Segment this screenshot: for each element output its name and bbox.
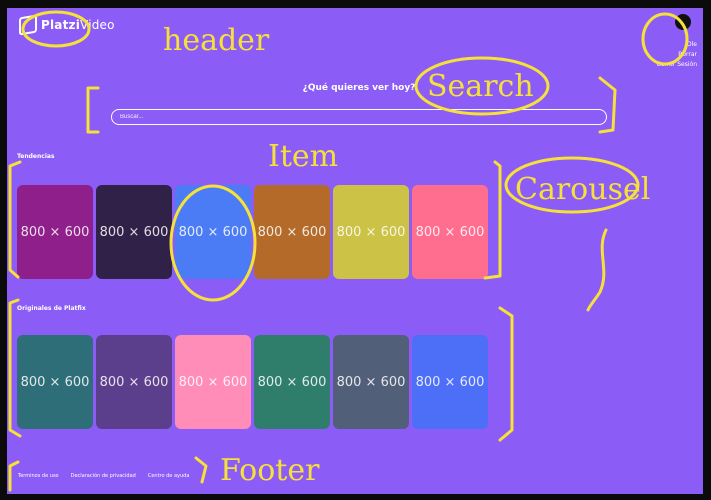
search-title: ¿Qué quieres ver hoy? [302,83,416,93]
logo-text-rest: Video [80,18,115,32]
carousel-item[interactable]: 800 × 600 [175,335,251,429]
footer: Terminos de uso Declaración de privacida… [18,473,189,479]
carousel-item[interactable]: 800 × 600 [254,335,330,429]
carousel-item-label: 800 × 600 [99,224,169,240]
carousel-item[interactable]: 800 × 600 [17,335,93,429]
carousel-item-label: 800 × 600 [178,374,248,390]
carousel-item[interactable]: 800 × 600 [254,185,330,279]
user-avatar-icon[interactable] [675,14,691,30]
footer-link-terms[interactable]: Terminos de uso [18,473,59,479]
carousel-trends: 800 × 600 800 × 600 800 × 600 800 × 600 … [17,185,488,279]
logo-text-bold: Platzi [41,18,81,32]
logo[interactable]: PlatziVideo [19,14,115,36]
carousel-item-label: 800 × 600 [257,224,327,240]
carousel-item[interactable]: 800 × 600 [412,335,488,429]
carousel-item-label: 800 × 600 [415,374,485,390]
carousel-item[interactable]: 800 × 600 [96,335,172,429]
user-menu: Ole Borrar Cerrar Sesión [656,40,697,70]
user-menu-item-borrar[interactable]: Borrar [656,50,697,60]
section-title-originals: Originales de Platfix [17,305,86,312]
logo-icon [19,14,37,36]
carousel-item[interactable]: 800 × 600 [333,185,409,279]
carousel-item-label: 800 × 600 [20,224,90,240]
carousel-item-label: 800 × 600 [415,224,485,240]
carousel-item-label: 800 × 600 [336,224,406,240]
section-title-trends: Tendencias [17,153,55,160]
search-input[interactable] [111,109,607,125]
carousel-item-label: 800 × 600 [257,374,327,390]
carousel-item[interactable]: 800 × 600 [175,185,251,279]
carousel-item[interactable]: 800 × 600 [333,335,409,429]
user-menu-item-logout[interactable]: Cerrar Sesión [656,60,697,70]
carousel-item-label: 800 × 600 [99,374,169,390]
carousel-item-label: 800 × 600 [178,224,248,240]
carousel-item[interactable]: 800 × 600 [17,185,93,279]
carousel-item[interactable]: 800 × 600 [412,185,488,279]
logo-text: PlatziVideo [41,18,115,32]
user-menu-item-user[interactable]: Ole [656,40,697,50]
carousel-item-label: 800 × 600 [336,374,406,390]
search-section: ¿Qué quieres ver hoy? [111,83,607,125]
carousel-item[interactable]: 800 × 600 [96,185,172,279]
app-screen: PlatziVideo Ole Borrar Cerrar Sesión ¿Qu… [7,8,703,494]
carousel-item-label: 800 × 600 [20,374,90,390]
footer-link-privacy[interactable]: Declaración de privacidad [71,473,136,479]
user-area: Ole Borrar Cerrar Sesión [656,14,697,70]
footer-link-help[interactable]: Centro de ayuda [148,473,190,479]
carousel-originals: 800 × 600 800 × 600 800 × 600 800 × 600 … [17,335,488,429]
